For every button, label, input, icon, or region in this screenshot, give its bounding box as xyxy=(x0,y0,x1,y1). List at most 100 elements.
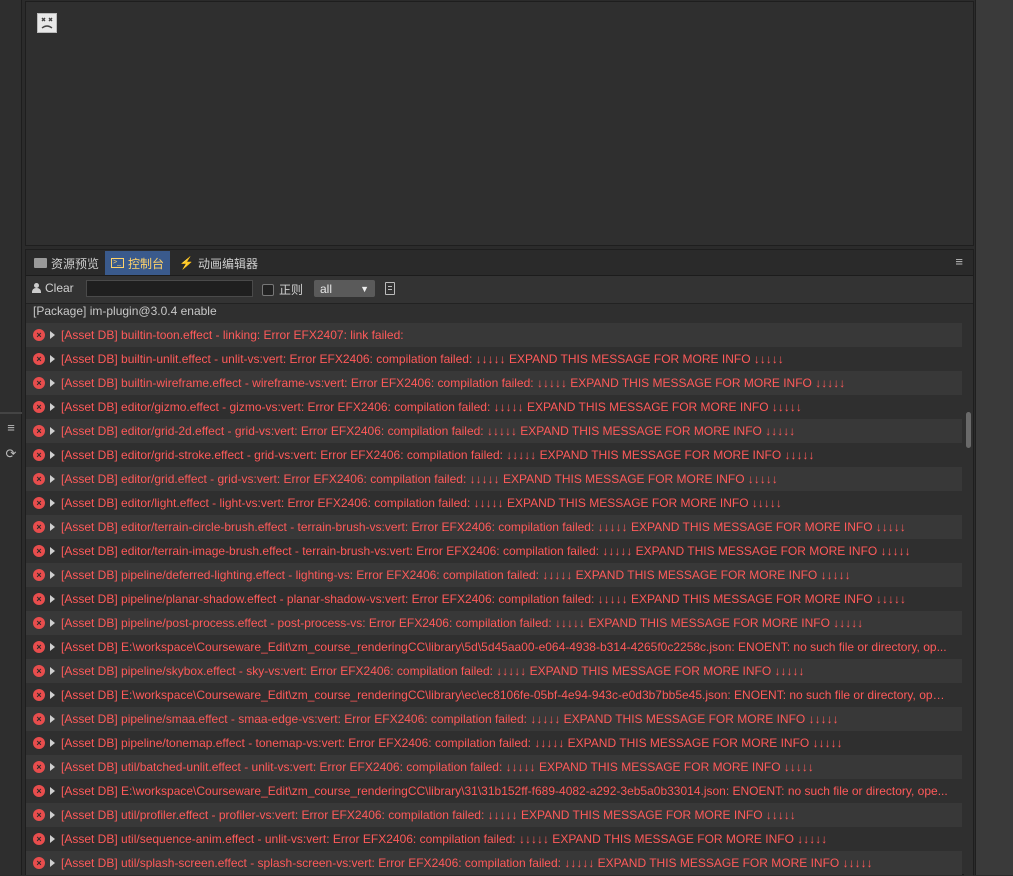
expand-caret-icon[interactable] xyxy=(50,355,55,363)
log-message: [Package] im-plugin@3.0.4 enable xyxy=(33,304,217,318)
left-panel-divider xyxy=(0,412,22,414)
log-message: [Asset DB] editor/terrain-image-brush.ef… xyxy=(61,544,911,558)
expand-caret-icon[interactable] xyxy=(50,451,55,459)
expand-caret-icon[interactable] xyxy=(50,619,55,627)
expand-caret-icon[interactable] xyxy=(50,643,55,651)
error-log-row[interactable]: × [Asset DB] E:\workspace\Courseware_Edit… xyxy=(26,683,962,707)
log-message: [Asset DB] pipeline/skybox.effect - sky-… xyxy=(61,664,805,678)
log-level-value: all xyxy=(320,281,333,296)
error-icon: × xyxy=(33,713,45,725)
error-icon: × xyxy=(33,689,45,701)
error-log-row[interactable]: × [Asset DB] editor/gizmo.effect - gizmo-… xyxy=(26,395,962,419)
error-icon: × xyxy=(33,377,45,389)
error-log-row[interactable]: × [Asset DB] pipeline/smaa.effect - smaa-… xyxy=(26,707,962,731)
info-log-row[interactable]: [Package] im-plugin@3.0.4 enable xyxy=(26,304,962,323)
error-icon: × xyxy=(33,857,45,869)
error-log-row[interactable]: × [Asset DB] util/batched-unlit.effect - … xyxy=(26,755,962,779)
log-message: [Asset DB] builtin-wireframe.effect - wi… xyxy=(61,376,846,390)
error-icon: × xyxy=(33,785,45,797)
expand-caret-icon[interactable] xyxy=(50,571,55,579)
expand-caret-icon[interactable] xyxy=(50,499,55,507)
refresh-icon[interactable]: ⟳ xyxy=(0,443,22,465)
error-log-row[interactable]: × [Asset DB] util/sequence-anim.effect - … xyxy=(26,827,962,851)
error-icon: × xyxy=(33,617,45,629)
error-icon: × xyxy=(33,641,45,653)
error-log-row[interactable]: × [Asset DB] builtin-wireframe.effect - w… xyxy=(26,371,962,395)
checkbox-box[interactable] xyxy=(262,283,274,296)
error-log-row[interactable]: × [Asset DB] editor/grid.effect - grid-vs… xyxy=(26,467,962,491)
tab-label: 控制台 xyxy=(128,256,165,271)
console-toolbar: Clear 正则 all ▼ xyxy=(26,276,973,304)
error-icon: × xyxy=(33,449,45,461)
expand-caret-icon[interactable] xyxy=(50,427,55,435)
error-log-row[interactable]: × [Asset DB] editor/terrain-image-brush.e… xyxy=(26,539,962,563)
error-log-row[interactable]: × [Asset DB] editor/light.effect - light-… xyxy=(26,491,962,515)
error-log-row[interactable]: × [Asset DB] pipeline/tonemap.effect - to… xyxy=(26,731,962,755)
expand-caret-icon[interactable] xyxy=(50,859,55,867)
clear-label: Clear xyxy=(45,281,74,295)
expand-caret-icon[interactable] xyxy=(50,739,55,747)
error-icon: × xyxy=(33,497,45,509)
error-icon: × xyxy=(33,401,45,413)
log-list[interactable]: [Package] im-plugin@3.0.4 enable × [Asset … xyxy=(26,304,962,876)
log-message: [Asset DB] E:\workspace\Courseware_Edit\… xyxy=(61,640,947,654)
error-log-row[interactable]: × [Asset DB] E:\workspace\Courseware_Edit… xyxy=(26,779,962,803)
log-level-select[interactable]: all ▼ xyxy=(314,280,375,297)
error-log-row[interactable]: × [Asset DB] pipeline/planar-shadow.effec… xyxy=(26,587,962,611)
expand-caret-icon[interactable] xyxy=(50,763,55,771)
expand-caret-icon[interactable] xyxy=(50,667,55,675)
error-log-row[interactable]: × [Asset DB] editor/grid-stroke.effect - … xyxy=(26,443,962,467)
expand-caret-icon[interactable] xyxy=(50,475,55,483)
tab-label: 动画编辑器 xyxy=(197,256,258,271)
expand-caret-icon[interactable] xyxy=(50,379,55,387)
error-log-row[interactable]: × [Asset DB] pipeline/skybox.effect - sky… xyxy=(26,659,962,683)
expand-caret-icon[interactable] xyxy=(50,715,55,723)
open-log-file-icon[interactable] xyxy=(385,282,395,295)
expand-caret-icon[interactable] xyxy=(50,523,55,531)
error-log-row[interactable]: × [Asset DB] pipeline/deferred-lighting.e… xyxy=(26,563,962,587)
log-message: [Asset DB] pipeline/smaa.effect - smaa-e… xyxy=(61,712,839,726)
log-message: [Asset DB] editor/grid.effect - grid-vs:… xyxy=(61,472,778,486)
error-log-row[interactable]: × [Asset DB] editor/terrain-circle-brush.… xyxy=(26,515,962,539)
scrollbar-thumb[interactable] xyxy=(966,412,971,448)
error-log-row[interactable]: × [Asset DB] util/splash-screen.effect - … xyxy=(26,851,962,875)
log-message: [Asset DB] E:\workspace\Courseware_Edit\… xyxy=(61,784,948,798)
log-message: [Asset DB] editor/grid-2d.effect - grid-… xyxy=(61,424,796,438)
expand-caret-icon[interactable] xyxy=(50,835,55,843)
error-log-row[interactable]: × [Asset DB] pipeline/post-process.effect… xyxy=(26,611,962,635)
error-icon: × xyxy=(33,545,45,557)
hamburger-menu-icon[interactable]: ≡ xyxy=(0,416,22,438)
expand-caret-icon[interactable] xyxy=(50,547,55,555)
expand-caret-icon[interactable] xyxy=(50,595,55,603)
panel-menu-icon[interactable]: ≡ xyxy=(955,254,963,269)
error-icon: × xyxy=(33,809,45,821)
tab-animation-editor[interactable]: ⚡ 动画编辑器 xyxy=(173,251,264,275)
error-log-row[interactable]: × [Asset DB] builtin-unlit.effect - unlit… xyxy=(26,347,962,371)
expand-caret-icon[interactable] xyxy=(50,811,55,819)
expand-caret-icon[interactable] xyxy=(50,787,55,795)
error-log-row[interactable]: × [Asset DB] editor/grid-2d.effect - grid… xyxy=(26,419,962,443)
error-log-row[interactable]: × [Asset DB] util/profiler.effect - profi… xyxy=(26,803,962,827)
tab-label: 资源预览 xyxy=(51,256,100,271)
tab-console[interactable]: >_ 控制台 xyxy=(105,251,171,275)
log-message: [Asset DB] builtin-unlit.effect - unlit-… xyxy=(61,352,784,366)
error-log-row[interactable]: × [Asset DB] builtin-toon.effect - linkin… xyxy=(26,323,962,347)
log-scrollbar[interactable] xyxy=(964,304,973,876)
regex-label: 正则 xyxy=(279,283,304,297)
error-icon: × xyxy=(33,665,45,677)
console-panel: 资源预览 >_ 控制台 ⚡ 动画编辑器 ≡ Clear 正则 all ▼ [Pa… xyxy=(25,249,974,876)
expand-caret-icon[interactable] xyxy=(50,331,55,339)
log-message: [Asset DB] pipeline/tonemap.effect - ton… xyxy=(61,736,843,750)
log-message: [Asset DB] util/batched-unlit.effect - u… xyxy=(61,760,814,774)
left-side-panel: ≡ ⟳ xyxy=(0,0,22,875)
log-message: [Asset DB] util/profiler.effect - profil… xyxy=(61,808,796,822)
log-message: [Asset DB] editor/light.effect - light-v… xyxy=(61,496,782,510)
regex-checkbox[interactable]: 正则 xyxy=(262,281,303,298)
clear-button[interactable]: Clear xyxy=(32,281,74,295)
expand-caret-icon[interactable] xyxy=(50,691,55,699)
search-input[interactable] xyxy=(86,280,253,297)
log-message: [Asset DB] pipeline/deferred-lighting.ef… xyxy=(61,568,851,582)
expand-caret-icon[interactable] xyxy=(50,403,55,411)
error-log-row[interactable]: × [Asset DB] E:\workspace\Courseware_Edit… xyxy=(26,635,962,659)
tab-asset-preview[interactable]: 资源预览 xyxy=(28,251,105,275)
